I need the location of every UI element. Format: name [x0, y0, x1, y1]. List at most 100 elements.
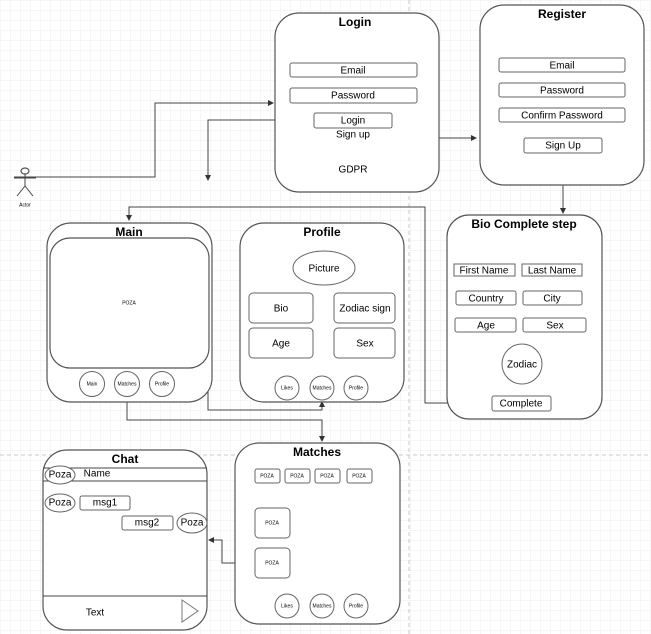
actor-head	[20, 167, 30, 175]
signup-link[interactable]: Sign up	[336, 130, 370, 141]
svg-text:Email[interactable]: Email	[549, 61, 574, 72]
svg-text:Matches[interactable]: Matches	[313, 385, 332, 391]
svg-text:Profile[interactable]: Profile	[349, 603, 363, 609]
profile-screen: Profile Picture Bio Zodiac sign Age Sex …	[239, 222, 405, 403]
match-thumb[interactable]: POZA	[346, 468, 373, 484]
login-button[interactable]: Login	[313, 112, 393, 129]
nav-main-button[interactable]: Main	[79, 371, 105, 397]
bio-title: Bio Complete step	[471, 217, 576, 231]
register-email-field[interactable]: Email	[498, 57, 626, 73]
password-field[interactable]: Password	[289, 87, 418, 104]
chat-title: Chat	[112, 452, 139, 466]
svg-text:Zodiac[interactable]: Zodiac	[507, 360, 537, 371]
svg-text:Email[interactable]: Email	[340, 66, 365, 77]
nav-matches-button[interactable]: Matches	[309, 593, 335, 619]
wireframe-diagram: Actor Login Email Password Login Sign up…	[0, 0, 651, 634]
svg-text:POZA[interactable]: POZA	[260, 473, 274, 479]
svg-text:POZA[interactable]: POZA	[352, 473, 366, 479]
svg-text:Login[interactable]: Login	[341, 116, 365, 127]
last-name-field[interactable]: Last Name	[521, 263, 583, 277]
nav-matches-button[interactable]: Matches	[114, 371, 140, 397]
confirm-password-field[interactable]: Confirm Password	[498, 107, 626, 123]
complete-button[interactable]: Complete	[491, 395, 552, 412]
register-password-field[interactable]: Password	[498, 82, 626, 98]
main-image-label: POZA	[122, 300, 136, 306]
chat-contact-name: Name	[84, 469, 111, 480]
age-field[interactable]: Age	[454, 317, 517, 333]
svg-text:Zodiac sign[interactable]: Zodiac sign	[339, 304, 390, 315]
match-thumb[interactable]: POZA	[314, 468, 341, 484]
nav-profile-button[interactable]: Profile	[149, 371, 175, 397]
svg-text:Poza: Poza	[181, 518, 204, 529]
register-screen: Register Email Password Confirm Password…	[479, 4, 645, 186]
first-name-field[interactable]: First Name	[453, 263, 516, 277]
chat-screen: Chat Poza Name Poza msg1 msg2 Poza Text	[42, 449, 208, 631]
svg-text:Country[interactable]: Country	[468, 294, 503, 305]
nav-likes-button[interactable]: Likes	[274, 593, 300, 619]
actor-label: Actor	[19, 202, 31, 208]
svg-text:Matches[interactable]: Matches	[118, 381, 137, 387]
gdpr-link[interactable]: GDPR	[339, 165, 368, 176]
profile-zodiac[interactable]: Zodiac sign	[333, 292, 396, 324]
zodiac-selector[interactable]: Zodiac	[501, 343, 543, 385]
main-screen: Main POZA Main Matches Profile	[46, 222, 213, 403]
svg-text:Age[interactable]: Age	[477, 321, 495, 332]
svg-text:Likes[interactable]: Likes	[281, 603, 293, 609]
svg-text:Password[interactable]: Password	[331, 91, 375, 102]
bio-complete-screen: Bio Complete step First Name Last Name C…	[446, 214, 603, 420]
svg-text:POZA[interactable]: POZA	[265, 520, 279, 526]
svg-text:Picture[interactable]: Picture	[308, 264, 340, 275]
match-thumb[interactable]: POZA	[284, 468, 311, 484]
svg-text:Password[interactable]: Password	[540, 86, 584, 97]
sex-field[interactable]: Sex	[522, 317, 587, 333]
svg-text:Poza: Poza	[49, 498, 72, 509]
matches-screen: Matches POZA POZA POZA POZA POZA POZA Li…	[234, 442, 401, 625]
svg-text:Complete[interactable]: Complete	[500, 399, 543, 410]
svg-text:Sex[interactable]: Sex	[546, 321, 563, 332]
match-card[interactable]: POZA	[254, 507, 291, 539]
profile-bio[interactable]: Bio	[248, 292, 314, 324]
svg-text:Profile[interactable]: Profile	[349, 385, 363, 391]
svg-text:Sex[interactable]: Sex	[356, 339, 373, 350]
message-bubble: msg1	[79, 495, 131, 511]
svg-text:Sign Up[interactable]: Sign Up	[545, 141, 581, 152]
main-title: Main	[115, 225, 142, 239]
svg-text:City[interactable]: City	[543, 294, 560, 305]
svg-text:POZA[interactable]: POZA	[320, 473, 334, 479]
profile-title: Profile	[303, 225, 341, 239]
match-thumb[interactable]: POZA	[254, 468, 281, 484]
nav-likes-button[interactable]: Likes	[274, 375, 300, 401]
profile-picture[interactable]: Picture	[292, 250, 356, 286]
svg-text:POZA[interactable]: POZA	[265, 560, 279, 566]
message-avatar: Poza	[44, 493, 76, 513]
svg-text:Poza: Poza	[49, 470, 72, 481]
email-field[interactable]: Email	[289, 62, 418, 78]
register-signup-button[interactable]: Sign Up	[523, 137, 603, 154]
svg-text:Profile[interactable]: Profile	[155, 381, 169, 387]
country-field[interactable]: Country	[455, 290, 517, 306]
svg-text:Matches[interactable]: Matches	[313, 603, 332, 609]
login-title: Login	[339, 15, 372, 29]
profile-sex[interactable]: Sex	[333, 327, 396, 359]
profile-age[interactable]: Age	[248, 327, 314, 359]
svg-text:msg1: msg1	[93, 498, 118, 509]
login-screen: Login Email Password Login Sign up GDPR	[274, 12, 440, 193]
nav-profile-button[interactable]: Profile	[343, 375, 369, 401]
city-field[interactable]: City	[522, 290, 583, 306]
message-bubble: msg2	[121, 515, 174, 531]
svg-text:Bio[interactable]: Bio	[274, 304, 289, 315]
nav-matches-button[interactable]: Matches	[309, 375, 335, 401]
svg-text:POZA[interactable]: POZA	[290, 473, 304, 479]
message-input[interactable]: Text	[86, 608, 105, 619]
svg-text:Confirm Password[interactable]: Confirm Password	[521, 111, 603, 122]
svg-text:Likes[interactable]: Likes	[281, 385, 293, 391]
nav-profile-button[interactable]: Profile	[343, 593, 369, 619]
chat-header-avatar: Poza	[44, 465, 76, 485]
match-card[interactable]: POZA	[254, 547, 291, 579]
svg-text:Main[interactable]: Main	[87, 381, 98, 387]
svg-text:msg2: msg2	[135, 518, 160, 529]
svg-text:Last Name[interactable]: Last Name	[528, 266, 577, 277]
svg-text:First Name[interactable]: First Name	[460, 266, 509, 277]
register-title: Register	[538, 7, 586, 21]
svg-text:Age[interactable]: Age	[272, 339, 290, 350]
